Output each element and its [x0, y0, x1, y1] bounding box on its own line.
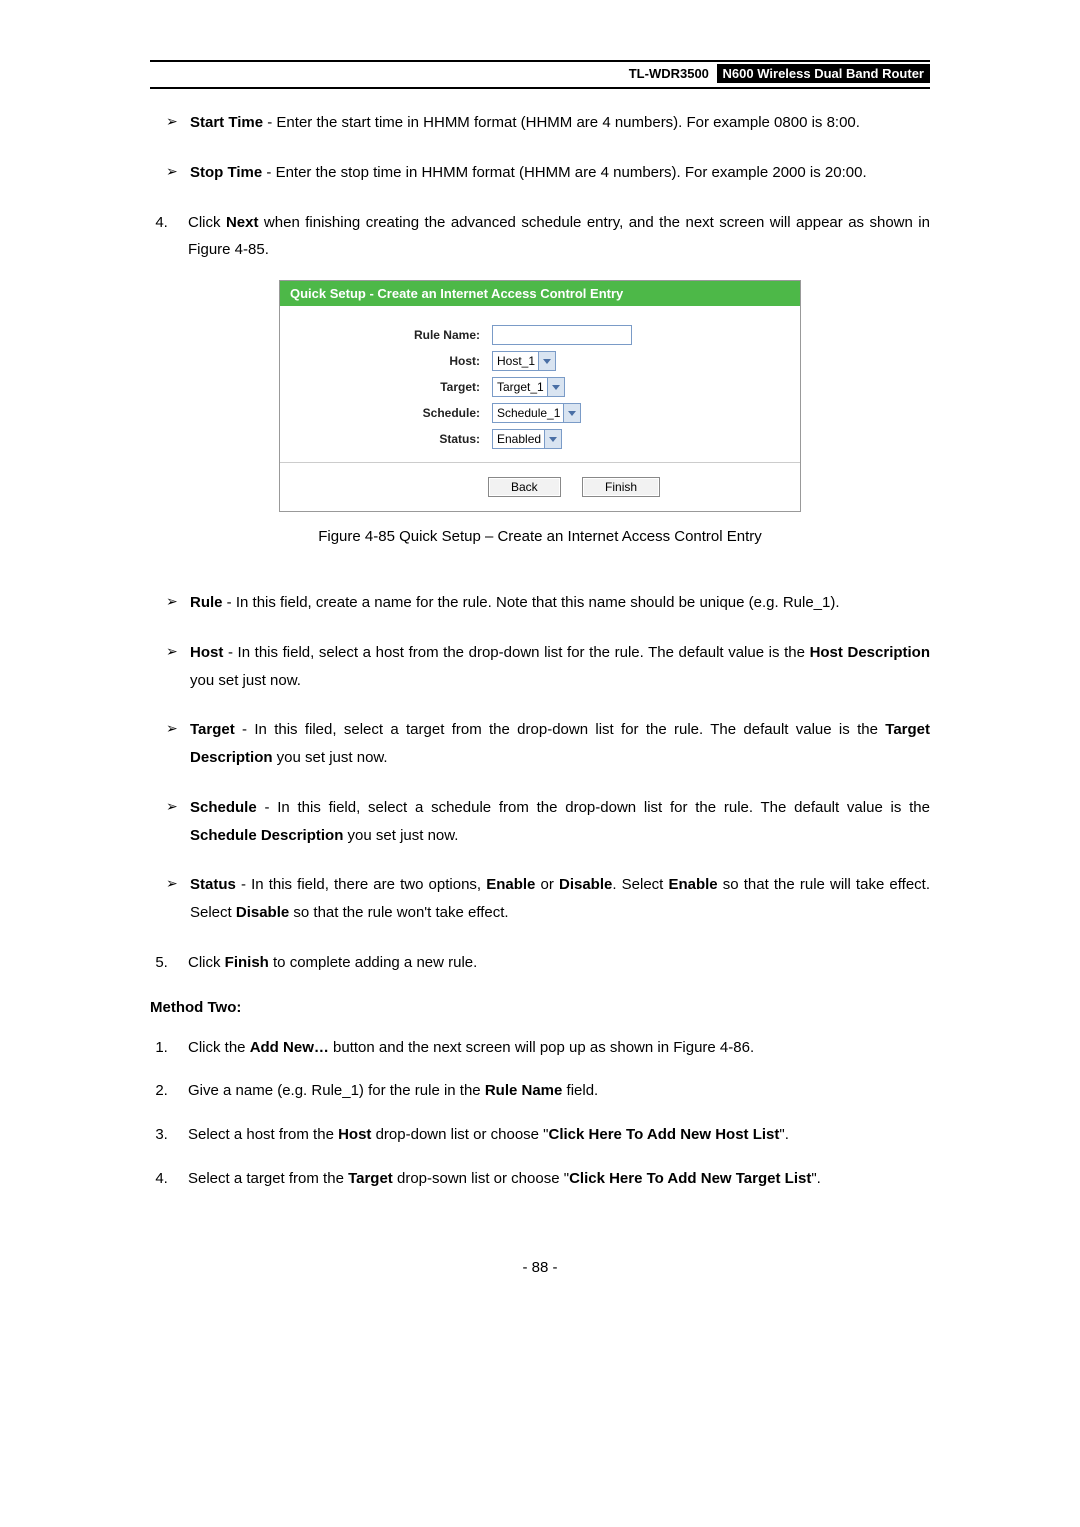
page-number: - 88 -	[150, 1209, 930, 1276]
select-target[interactable]: Target_1	[492, 377, 565, 397]
label-host: Host:	[280, 354, 492, 368]
bullet-schedule: Schedule - In this field, select a sched…	[172, 794, 930, 872]
figure-caption: Figure 4-85 Quick Setup – Create an Inte…	[150, 512, 930, 567]
chevron-down-icon	[538, 352, 555, 370]
input-rule-name[interactable]	[492, 325, 632, 345]
method-two-step-3: Select a host from the Host drop-down li…	[172, 1121, 930, 1165]
figure-panel: Quick Setup - Create an Internet Access …	[279, 280, 801, 512]
model-number: TL-WDR3500	[629, 66, 709, 81]
bullet-label: Stop Time	[190, 164, 262, 181]
chevron-down-icon	[547, 378, 564, 396]
figure-title: Quick Setup - Create an Internet Access …	[280, 281, 800, 306]
bullet-status: Status - In this field, there are two op…	[172, 871, 930, 949]
bullet-rule: Rule - In this field, create a name for …	[172, 589, 930, 639]
header-line: TL-WDR3500 N600 Wireless Dual Band Route…	[150, 62, 930, 87]
method-two-step-4: Select a target from the Target drop-sow…	[172, 1165, 930, 1209]
step-5: Click Finish to complete adding a new ru…	[172, 949, 930, 993]
product-name-badge: N600 Wireless Dual Band Router	[717, 64, 930, 83]
method-two-step-2: Give a name (e.g. Rule_1) for the rule i…	[172, 1077, 930, 1121]
chevron-down-icon	[544, 430, 561, 448]
method-two-step-1: Click the Add New… button and the next s…	[172, 1034, 930, 1078]
label-status: Status:	[280, 432, 492, 446]
select-schedule[interactable]: Schedule_1	[492, 403, 581, 423]
label-rule-name: Rule Name:	[280, 328, 492, 342]
method-two-heading: Method Two:	[150, 993, 930, 1034]
bullet-stop-time: Stop Time - Enter the stop time in HHMM …	[172, 159, 930, 209]
chevron-down-icon	[563, 404, 580, 422]
back-button[interactable]: Back	[488, 477, 561, 497]
select-status[interactable]: Enabled	[492, 429, 562, 449]
label-schedule: Schedule:	[280, 406, 492, 420]
select-host[interactable]: Host_1	[492, 351, 556, 371]
bullet-start-time: Start Time - Enter the start time in HHM…	[172, 109, 930, 159]
finish-button[interactable]: Finish	[582, 477, 660, 497]
bullet-target: Target - In this filed, select a target …	[172, 716, 930, 794]
label-target: Target:	[280, 380, 492, 394]
bullet-label: Start Time	[190, 114, 263, 131]
step-4: Click Next when finishing creating the a…	[172, 209, 930, 281]
bullet-host: Host - In this field, select a host from…	[172, 639, 930, 717]
